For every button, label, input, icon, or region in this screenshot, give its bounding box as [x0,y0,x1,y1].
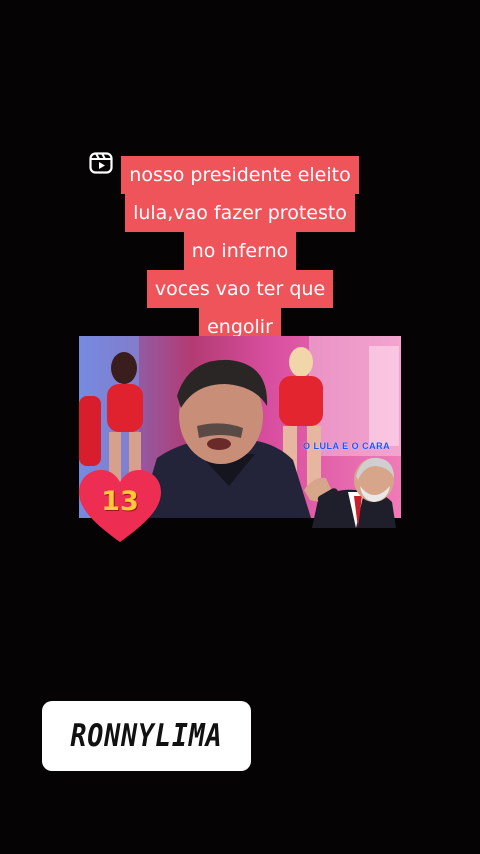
caption-line: no inferno [183,232,297,270]
caption-line: voces vao ter que [146,270,334,308]
username-text: RONNYLIMA [70,718,223,754]
caption-line: nosso presidente eleito [121,156,359,194]
caption-line: lula,vao fazer protesto [125,194,355,232]
username-tag[interactable]: RONNYLIMA [42,701,251,771]
lula-sticker [304,457,396,528]
video-overlay-text: O LULA E O CARA [303,441,391,451]
caption-block: nosso presidente eleito lula,vao fazer p… [0,156,480,346]
heart-sticker-number: 13 [101,486,139,517]
